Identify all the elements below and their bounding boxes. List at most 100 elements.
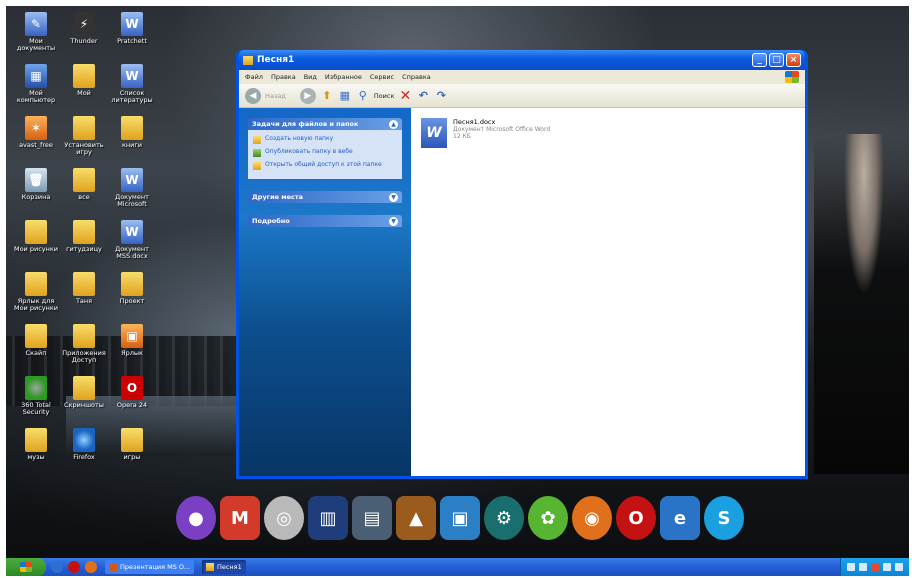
quicklaunch-opera-icon[interactable]	[68, 561, 80, 573]
search-button-label[interactable]: Поиск	[374, 92, 395, 100]
tray-update-icon[interactable]	[895, 563, 903, 571]
desktop-icon[interactable]: книги	[108, 116, 156, 149]
back-arrow-icon[interactable]: ◀	[245, 87, 261, 104]
desktop-icon-image	[25, 324, 47, 348]
desktop-icon[interactable]: Мой	[60, 64, 108, 97]
icq-icon[interactable]: ✿	[528, 496, 568, 540]
tray-volume-icon[interactable]	[859, 563, 867, 571]
monitor-icon[interactable]: ▣	[440, 496, 480, 540]
disc-icon[interactable]: ◎	[264, 496, 304, 540]
desktop-icon[interactable]: W Список литературы	[108, 64, 156, 104]
menu-edit[interactable]: Правка	[271, 73, 296, 81]
desktop-icon-label: все	[78, 193, 90, 201]
menu-help[interactable]: Справка	[402, 73, 431, 81]
task-group-header[interactable]: Задачи для файлов и папок ▲	[248, 118, 402, 130]
desktop-icon[interactable]: 360 Total Security	[12, 376, 60, 416]
briefcase-icon[interactable]: ▤	[352, 496, 392, 540]
desktop-icon[interactable]: W Документ Microsoft	[108, 168, 156, 208]
desktop-icon[interactable]: игры	[108, 428, 156, 461]
task-group-title: Другие места	[252, 193, 304, 201]
desktop-icon-label: Мой	[77, 89, 91, 97]
mario-icon[interactable]: M	[220, 496, 260, 540]
desktop-icon[interactable]: ▣ Ярлык	[108, 324, 156, 357]
task-publish-web[interactable]: Опубликовать папку в вебе	[253, 148, 397, 157]
network-icon[interactable]: ⚙	[484, 496, 524, 540]
quicklaunch-firefox-icon[interactable]	[85, 561, 97, 573]
desktop-icon-image: ✶	[25, 116, 47, 140]
desktop-icon-label: avast_free	[19, 141, 53, 149]
menu-favorites[interactable]: Избранное	[325, 73, 362, 81]
explorer-window: Песня1 _ □ × Файл Правка Вид Избранное С…	[236, 50, 808, 479]
task-group-header[interactable]: Другие места ▼	[248, 191, 402, 203]
desktop-icon-image: 🗑	[25, 168, 47, 192]
menu-tools[interactable]: Сервис	[370, 73, 394, 81]
up-folder-icon[interactable]: ⬆	[320, 89, 334, 103]
skype-icon[interactable]: S	[704, 496, 744, 540]
task-create-folder[interactable]: Создать новую папку	[253, 135, 397, 144]
desktop-icon-label: Скриншоты	[64, 401, 104, 409]
chevron-down-icon[interactable]: ▼	[389, 216, 398, 226]
chevron-down-icon[interactable]: ▼	[389, 192, 398, 202]
close-button[interactable]: ×	[786, 53, 801, 67]
tray-language-icon[interactable]	[883, 563, 891, 571]
chevron-up-icon[interactable]: ▲	[389, 119, 398, 129]
forward-arrow-icon[interactable]: ▶	[299, 87, 316, 104]
delete-icon[interactable]: ✕	[398, 88, 412, 104]
desktop-icon[interactable]: W Pratchett	[108, 12, 156, 45]
desktop-icon[interactable]: ✶ avast_free	[12, 116, 60, 149]
dock: ● M ◎ ▥ ▤ ▲ ▣ ⚙ ✿ ◉ Oe S	[176, 484, 771, 540]
desktop-icon[interactable]: ▦ Мой компьютер	[12, 64, 60, 104]
title-bar[interactable]: Песня1 _ □ ×	[239, 50, 805, 70]
task-group-header[interactable]: Подробно ▼	[248, 215, 402, 227]
opera-icon[interactable]: O	[616, 496, 656, 540]
maximize-button[interactable]: □	[769, 53, 784, 67]
desktop-icon[interactable]: гитудзицу	[60, 220, 108, 253]
desktop-icon[interactable]: O Opera 24	[108, 376, 156, 409]
wolf-icon[interactable]: ▲	[396, 496, 436, 540]
tray-network-icon[interactable]	[847, 563, 855, 571]
desktop-icon-image	[73, 376, 95, 400]
desktop-icon[interactable]: Проект	[108, 272, 156, 305]
publish-web-icon	[253, 149, 261, 157]
library-icon[interactable]: ▥	[308, 496, 348, 540]
redo-icon[interactable]: ↷	[434, 89, 448, 103]
taskbar-button-folder[interactable]: Песня1	[201, 560, 246, 574]
task-group-title: Подробно	[252, 217, 290, 225]
firefox-icon[interactable]: ◉	[572, 496, 612, 540]
quicklaunch-desktop-icon[interactable]	[51, 561, 63, 573]
desktop-icon[interactable]: ⚡ Thunder	[60, 12, 108, 45]
start-button[interactable]	[6, 558, 46, 576]
desktop-icon[interactable]: Скриншоты	[60, 376, 108, 409]
search-icon[interactable]: ⚲	[356, 89, 370, 103]
desktop-icon[interactable]: музы	[12, 428, 60, 461]
menu-file[interactable]: Файл	[245, 73, 263, 81]
desktop-icon[interactable]: Ярлык для Мои рисунки	[12, 272, 60, 312]
desktop-icon-image: W	[121, 64, 143, 88]
desktop-icon-image	[73, 168, 95, 192]
taskbar-button-presentation[interactable]: Презентация MS O...	[105, 560, 194, 574]
desktop-icon[interactable]: все	[60, 168, 108, 201]
back-button-label[interactable]: Назад	[265, 92, 286, 100]
desktop-icon[interactable]: W Документ MSS.docx	[108, 220, 156, 260]
desktop-icon-image	[121, 116, 143, 140]
minimize-button[interactable]: _	[752, 53, 767, 67]
undo-icon[interactable]: ↶	[416, 89, 430, 103]
window-title: Песня1	[257, 55, 295, 65]
desktop-icon[interactable]: ✎ Мои документы	[12, 12, 60, 52]
desktop-icon-image	[121, 272, 143, 296]
desktop-icon[interactable]: Firefox	[60, 428, 108, 461]
desktop-icon[interactable]: Скайп	[12, 324, 60, 357]
views-icon[interactable]: ▦	[338, 89, 352, 103]
purple-app-icon[interactable]: ●	[176, 496, 216, 540]
menu-view[interactable]: Вид	[304, 73, 317, 81]
file-item[interactable]: W Песня1.docx Документ Microsoft Office …	[421, 118, 795, 148]
toolbar: ◀ Назад ▶ ⬆ ▦ ⚲ Поиск ✕ ↶ ↷	[239, 84, 805, 108]
task-share-folder[interactable]: Открыть общий доступ к этой папке	[253, 161, 397, 170]
desktop-icon[interactable]: Установить игру	[60, 116, 108, 156]
desktop-icon[interactable]: Приложения Доступ	[60, 324, 108, 364]
ie-icon[interactable]: e	[660, 496, 700, 540]
desktop-icon[interactable]: Таня	[60, 272, 108, 305]
desktop-icon[interactable]: 🗑 Корзина	[12, 168, 60, 201]
desktop-icon[interactable]: Мои рисунки	[12, 220, 60, 253]
tray-security-icon[interactable]	[871, 563, 879, 571]
